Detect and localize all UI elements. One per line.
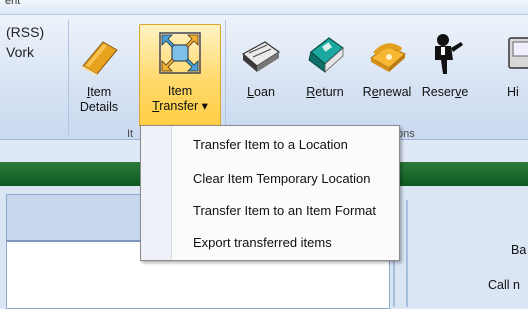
network-button[interactable]: Vork xyxy=(6,42,44,62)
person-reserve-icon xyxy=(435,34,463,74)
renewal-button[interactable]: Renewal xyxy=(358,32,416,100)
renewal-label: Renewal xyxy=(362,85,412,99)
reserve-label: Reserve xyxy=(421,85,469,99)
notebook-icon xyxy=(82,41,118,76)
menu-item-export-transferred[interactable]: Export transferred items xyxy=(193,235,332,250)
group-label-items: It xyxy=(127,128,134,140)
loan-button[interactable]: Loan xyxy=(238,32,284,100)
chevron-down-icon: ▾ xyxy=(201,99,208,113)
menu-item-clear-temporary-location[interactable]: Clear Item Temporary Location xyxy=(193,171,371,186)
reserve-button[interactable]: Reserve xyxy=(418,32,472,100)
item-transfer-button[interactable]: Item Transfer ▾ xyxy=(139,24,221,127)
return-book-icon xyxy=(308,37,344,73)
menu-item-transfer-to-item-format[interactable]: Transfer Item to an Item Format xyxy=(193,203,376,218)
panel-divider xyxy=(406,200,408,307)
item-details-button[interactable]: Item Details xyxy=(74,32,124,115)
barcode-label: Ba xyxy=(511,243,527,257)
call-number-label: Call n xyxy=(488,278,520,292)
return-button[interactable]: Return xyxy=(300,32,350,100)
ribbon-tab-strip: ent xyxy=(0,0,528,15)
menu-item-transfer-to-location[interactable]: Transfer Item to a Location xyxy=(193,137,348,152)
ribbon-separator xyxy=(68,20,69,135)
transfer-arrows-icon xyxy=(159,32,201,74)
item-details-label: Item Details xyxy=(79,85,119,114)
history-icon xyxy=(508,37,528,69)
item-transfer-menu: Transfer Item to a Location Clear Item T… xyxy=(140,125,400,261)
rss-button[interactable]: (RSS) xyxy=(6,22,44,42)
ribbon-separator xyxy=(225,20,226,135)
menu-icon-gutter xyxy=(141,126,172,260)
loan-icon xyxy=(241,41,281,72)
item-transfer-label: Item Transfer ▾ xyxy=(152,84,208,113)
tab-partial-label[interactable]: ent xyxy=(5,0,20,7)
return-label: Return xyxy=(306,85,344,99)
ribbon-left-group: (RSS) Vork xyxy=(6,22,44,62)
loan-label: Loan xyxy=(247,85,275,99)
history-button-partial[interactable]: Hi xyxy=(507,32,528,100)
telephone-icon xyxy=(370,43,406,72)
